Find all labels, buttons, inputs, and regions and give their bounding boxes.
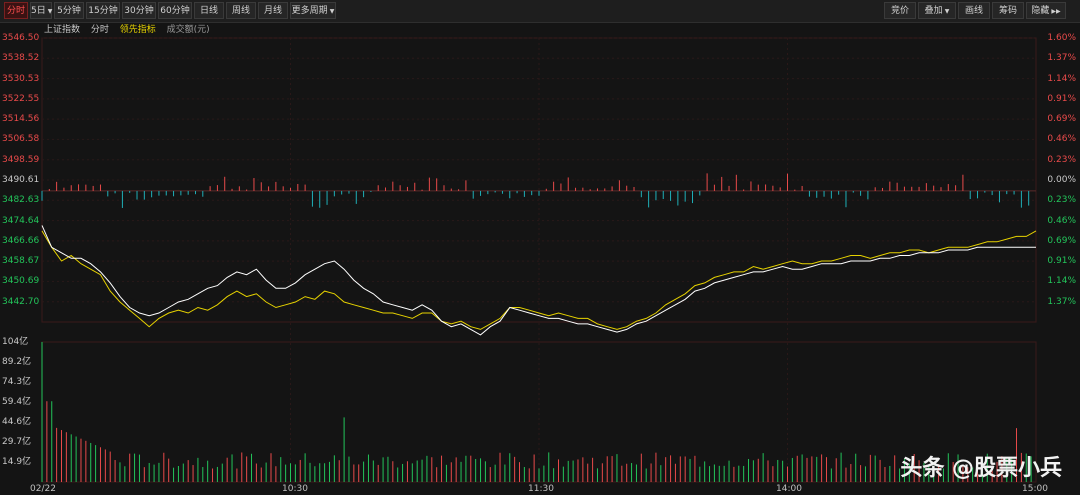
percent-tick-label: 0.69% [1047,235,1076,246]
volume-tick-label: 59.4亿 [2,397,32,407]
price-tick-label: 3442.70 [2,296,40,307]
percent-tick-label: 0.46% [1047,215,1076,226]
watermark: 头条 @股票小兵 [900,456,1062,481]
volume-tick-label: 14.9亿 [2,457,32,467]
price-tick-label: 3458.67 [2,256,40,267]
price-tick-label: 3522.55 [2,93,40,104]
volume-tick-label: 104亿 [2,337,29,347]
percent-tick-label: 0.23% [1047,195,1076,206]
percent-tick-label: 1.37% [1047,53,1076,64]
percent-tick-label: 0.46% [1047,134,1076,145]
volume-tick-label: 44.6亿 [2,417,32,427]
price-tick-label: 3530.53 [2,73,40,84]
percent-tick-label: 0.23% [1047,154,1076,165]
percent-tick-label: 1.60% [1047,33,1076,43]
percent-tick-label: 0.91% [1047,256,1076,267]
price-tick-label: 3506.58 [2,134,40,145]
price-tick-label: 3466.66 [2,235,40,246]
volume-tick-label: 74.3亿 [2,377,32,387]
volume-tick-label: 29.7亿 [2,437,32,447]
percent-tick-label: 1.14% [1047,276,1076,287]
price-tick-label: 3482.63 [2,195,40,206]
price-tick-label: 3450.69 [2,276,40,287]
percent-tick-label: 0.91% [1047,93,1076,104]
percent-tick-label: 1.37% [1047,296,1076,307]
time-tick-label: 11:30 [528,484,554,494]
price-tick-label: 3490.61 [2,175,40,185]
price-tick-label: 3474.64 [2,215,40,226]
time-tick-label: 14:00 [776,484,802,494]
intraday-chart[interactable] [0,0,1080,495]
time-tick-label: 10:30 [282,484,308,494]
price-tick-label: 3538.52 [2,53,40,64]
price-tick-label: 3498.59 [2,154,40,165]
time-tick-label: 02/22 [30,484,56,494]
percent-tick-label: 0.00% [1047,175,1076,185]
time-tick-label: 15:00 [1022,484,1048,494]
price-tick-label: 3514.56 [2,114,40,125]
volume-tick-label: 89.2亿 [2,357,32,367]
percent-tick-label: 1.14% [1047,73,1076,84]
price-tick-label: 3546.50 [2,33,40,43]
percent-tick-label: 0.69% [1047,114,1076,125]
